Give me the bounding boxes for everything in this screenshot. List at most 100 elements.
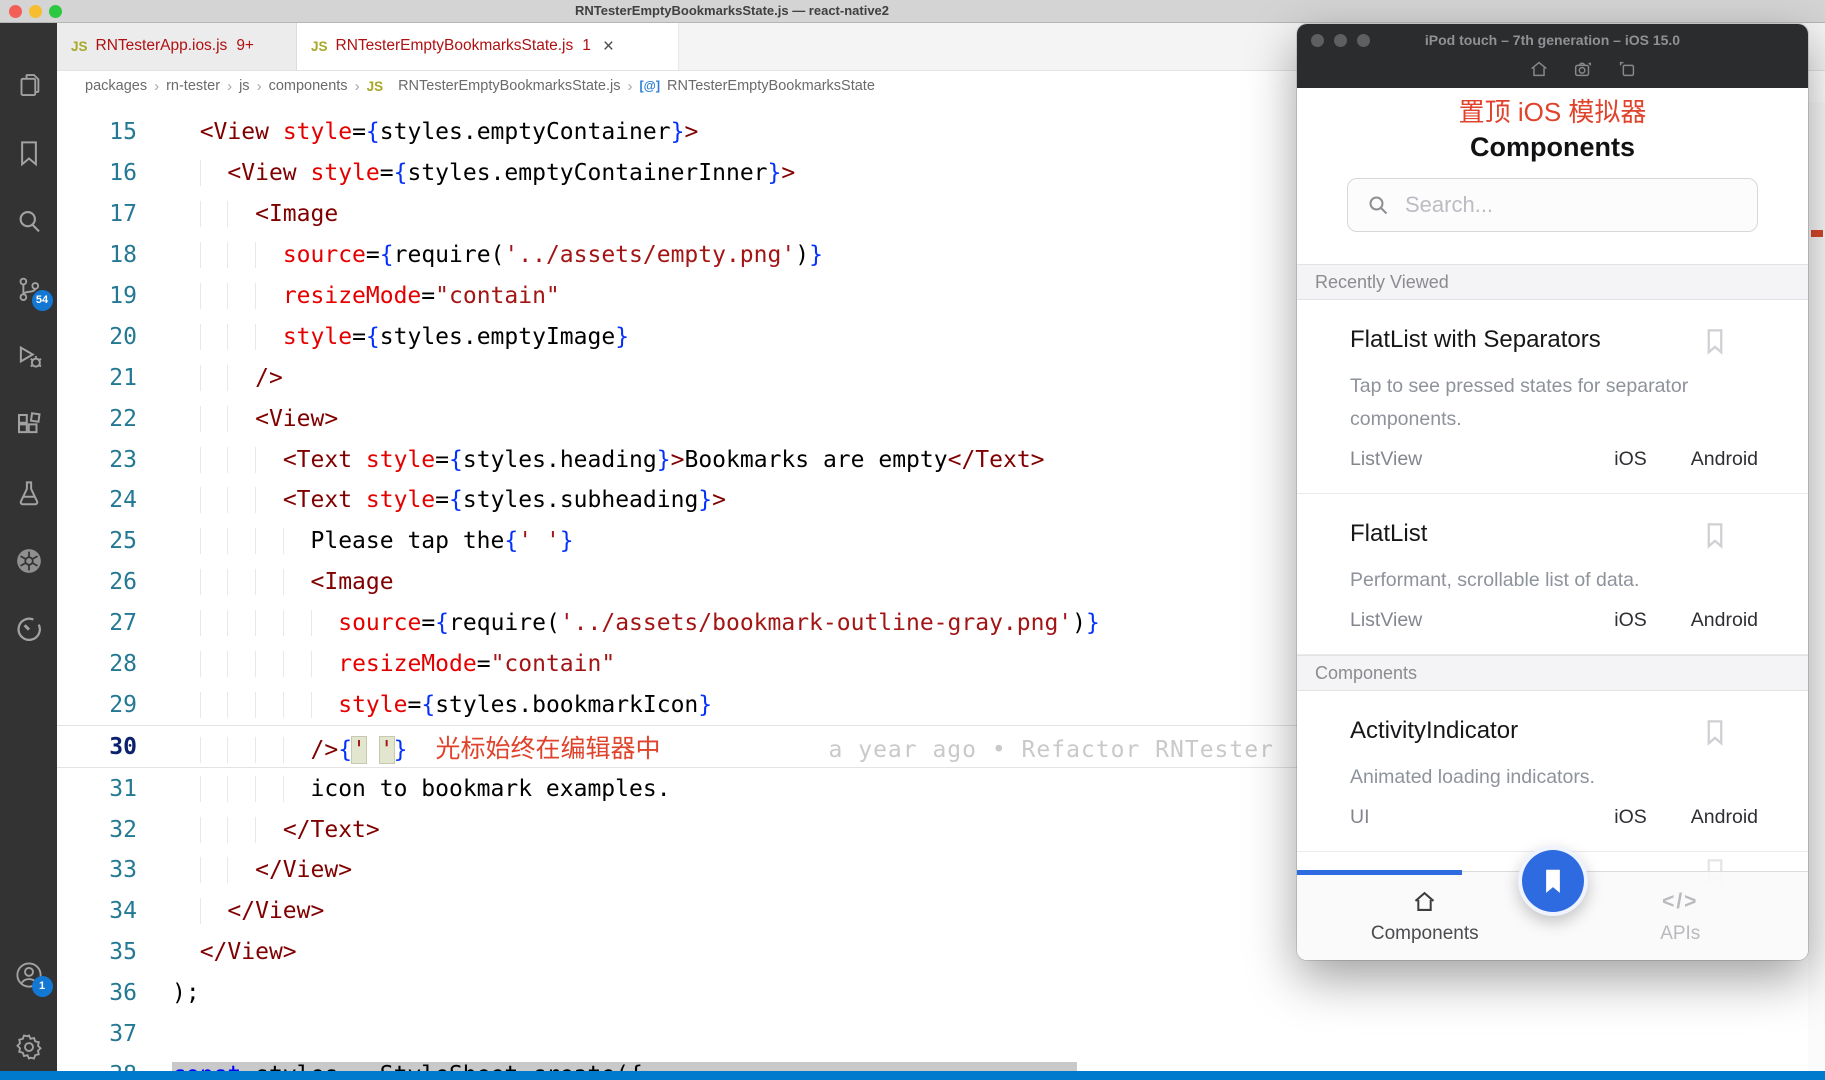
debug-icon[interactable] <box>14 342 44 372</box>
home-icon[interactable] <box>1528 58 1550 80</box>
section-header: Components <box>1297 655 1808 691</box>
simulator-titlebar[interactable]: iPod touch – 7th generation – iOS 15.0 <box>1297 24 1808 88</box>
simulator-window: iPod touch – 7th generation – iOS 15.0 置… <box>1297 24 1808 960</box>
component-list: Recently Viewed FlatList with Separators T… <box>1297 264 1808 852</box>
breadcrumb-item[interactable]: rn-tester <box>166 78 220 94</box>
component-list-item[interactable]: FlatList Performant, scrollable list of d… <box>1297 494 1808 655</box>
chevron-right-icon: › <box>154 77 160 95</box>
component-title: FlatList <box>1350 520 1428 547</box>
code-text: </View> <box>172 857 352 883</box>
line-number[interactable]: 17 <box>57 201 137 227</box>
line-number[interactable]: 31 <box>57 776 137 802</box>
bookmarks-floating-button[interactable] <box>1517 846 1588 916</box>
bookmark-outline-icon[interactable] <box>1700 326 1730 356</box>
pin-simulator-annotation: 置顶 iOS 模拟器 <box>1458 97 1647 127</box>
component-list-item[interactable]: ActivityIndicator Animated loading indica… <box>1297 691 1808 852</box>
component-title: FlatList with Separators <box>1350 326 1601 353</box>
platform-label: iOS <box>1614 448 1647 470</box>
code-text: </View> <box>172 898 324 924</box>
close-tab-icon[interactable]: × <box>603 37 614 56</box>
component-description: Animated loading indicators. <box>1350 766 1595 788</box>
code-text: resizeMode="contain" <box>172 651 615 677</box>
line-number[interactable]: 28 <box>57 651 137 677</box>
code-text: <View style={styles.emptyContainer}> <box>199 119 699 146</box>
platform-label: iOS <box>1614 609 1647 631</box>
breadcrumb-item[interactable]: js <box>239 78 249 94</box>
code-text: />{' '} 光标始终在编辑器中 a year ago • Refactor RN… <box>172 729 1274 765</box>
tab-rntesteremptybookmarksstate[interactable]: JS RNTesterEmptyBookmarksState.js 1 × <box>297 22 679 70</box>
platform-label: iOS <box>1614 806 1647 828</box>
platform-label: Android <box>1690 448 1758 470</box>
search-icon[interactable] <box>14 206 44 236</box>
line-number[interactable]: 20 <box>57 324 137 350</box>
tab-problems-badge: 1 <box>582 37 591 54</box>
code-line[interactable]: 36); <box>57 973 1825 1014</box>
code-text: <View style={styles.emptyContainerInner}… <box>172 160 795 186</box>
search-bar-container <box>1297 166 1808 264</box>
tab-rntesterapp[interactable]: JS RNTesterApp.ios.js 9+ <box>57 22 297 70</box>
screen: RNTesterEmptyBookmarksState.js — react-n… <box>0 0 1825 1080</box>
component-category: ListView <box>1350 609 1423 631</box>
line-number[interactable]: 18 <box>57 242 137 268</box>
line-number[interactable]: 37 <box>57 1021 137 1047</box>
line-number[interactable]: 30 <box>57 734 137 760</box>
line-number[interactable]: 29 <box>57 692 137 718</box>
line-number[interactable]: 32 <box>57 817 137 843</box>
search-input[interactable] <box>1403 191 1739 219</box>
bookmark-outline-icon[interactable] <box>1700 520 1730 550</box>
bookmark-icon[interactable] <box>14 138 44 168</box>
breadcrumb-item[interactable]: components <box>269 78 348 94</box>
breadcrumb-symbol[interactable]: RNTesterEmptyBookmarksState <box>667 78 875 94</box>
code-text: </View> <box>199 939 297 966</box>
bookmark-icon <box>1545 869 1560 893</box>
chevron-right-icon: › <box>354 77 360 95</box>
code-text: style={styles.bookmarkIcon} <box>172 692 712 718</box>
line-number[interactable]: 16 <box>57 160 137 186</box>
code-brackets-icon: </> <box>1662 889 1699 913</box>
status-bar[interactable] <box>0 1071 1825 1080</box>
code-text: source={require('../assets/bookmark-outl… <box>172 610 1100 636</box>
line-number[interactable]: 25 <box>57 528 137 554</box>
breadcrumb-file[interactable]: RNTesterEmptyBookmarksState.js <box>398 78 620 94</box>
home-icon <box>1415 891 1435 911</box>
line-number[interactable]: 23 <box>57 447 137 473</box>
timer-icon[interactable] <box>14 614 44 644</box>
line-number[interactable]: 26 <box>57 569 137 595</box>
settings-icon[interactable] <box>14 1032 44 1062</box>
line-number[interactable]: 34 <box>57 898 137 924</box>
app-header-title: Components <box>1470 132 1635 162</box>
files-icon[interactable] <box>14 70 44 100</box>
bookmark-outline-icon[interactable] <box>1700 717 1730 747</box>
line-number[interactable]: 22 <box>57 406 137 432</box>
line-number[interactable]: 36 <box>57 980 137 1006</box>
line-number[interactable]: 15 <box>57 119 137 145</box>
extensions-icon[interactable] <box>14 410 44 440</box>
beaker-icon[interactable] <box>14 478 44 508</box>
component-title: ActivityIndicator <box>1350 717 1519 744</box>
code-text: Please tap the{' '} <box>172 528 574 554</box>
code-line[interactable]: 37 <box>57 1014 1825 1055</box>
js-file-icon: JS <box>366 78 384 94</box>
search-bar[interactable] <box>1347 178 1758 232</box>
breadcrumb-item[interactable]: packages <box>85 78 147 94</box>
component-category: ListView <box>1350 448 1423 470</box>
symbol-icon: [@] <box>639 79 660 93</box>
editor-scrollbar[interactable] <box>1808 102 1825 1072</box>
component-list-item[interactable]: FlatList with Separators Tap to see press… <box>1297 300 1808 494</box>
line-number[interactable]: 35 <box>57 939 137 965</box>
tab-components[interactable]: Components <box>1297 872 1553 960</box>
tab-apis[interactable]: </> APIs <box>1553 872 1809 960</box>
platform-label: Android <box>1690 806 1758 828</box>
line-number[interactable]: 21 <box>57 365 137 391</box>
line-number[interactable]: 33 <box>57 857 137 883</box>
kubernetes-icon[interactable] <box>14 546 44 576</box>
new-window-icon[interactable] <box>1616 58 1638 80</box>
tab-label: RNTesterApp.ios.js <box>95 37 228 54</box>
line-number[interactable]: 27 <box>57 610 137 636</box>
line-number[interactable]: 24 <box>57 487 137 513</box>
js-file-icon: JS <box>71 38 88 54</box>
source-control-icon[interactable]: 54 <box>14 274 53 311</box>
screenshot-icon[interactable] <box>1572 58 1594 80</box>
line-number[interactable]: 19 <box>57 283 137 309</box>
account-icon[interactable]: 1 <box>14 960 53 997</box>
